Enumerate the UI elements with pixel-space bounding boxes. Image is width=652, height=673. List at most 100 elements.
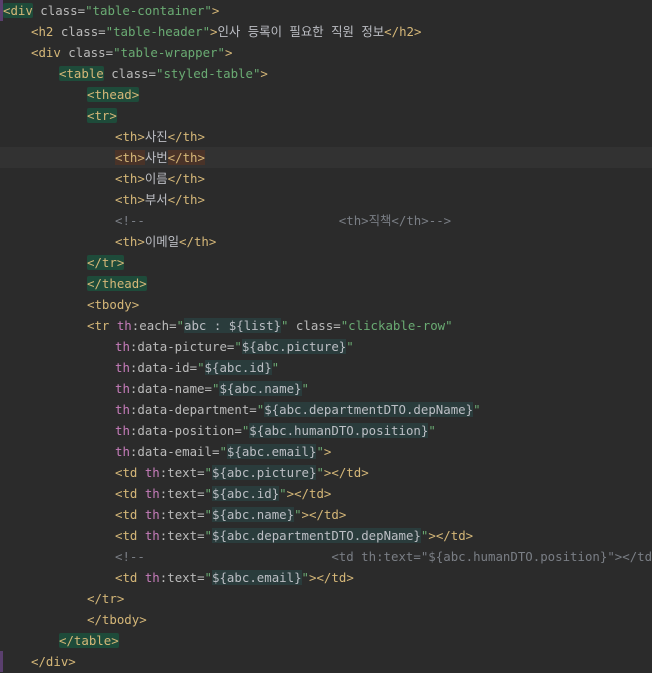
- code-token: class=: [288, 318, 341, 333]
- code-line[interactable]: <th>이메일</th>: [0, 231, 652, 252]
- code-token: ${abc.name}: [219, 381, 302, 396]
- code-token: </div>: [31, 654, 76, 669]
- code-line[interactable]: <th>이름</th>: [0, 168, 652, 189]
- code-line-content: <th>사진</th>: [115, 126, 205, 147]
- code-line-content: <th>이름</th>: [115, 168, 205, 189]
- code-token: 부서: [144, 192, 168, 207]
- code-line[interactable]: <td th:text="${abc.name}"></td>: [0, 504, 652, 525]
- code-line-content: </thead>: [87, 273, 147, 294]
- code-token: "table-wrapper": [113, 45, 225, 60]
- code-line[interactable]: <td th:text="${abc.departmentDTO.depName…: [0, 525, 652, 546]
- code-token: <div: [3, 3, 33, 18]
- code-token: ${abc.departmentDTO.depName}: [264, 402, 474, 417]
- code-line[interactable]: <th>사번</th>: [0, 147, 652, 168]
- code-token: class=: [103, 66, 156, 81]
- code-line-content: <td th:text="${abc.email}"></td>: [115, 567, 354, 588]
- code-line[interactable]: <!-- <td th:text="${abc.humanDTO.positio…: [0, 546, 652, 567]
- code-token: <!-- <td th:text="${abc.humanDTO.positio…: [115, 549, 652, 564]
- code-line[interactable]: </thead>: [0, 273, 652, 294]
- code-line-content: th:data-department= "${abc.departmentDTO.…: [115, 399, 481, 420]
- code-line-content: <td th:text="${abc.id}"></td>: [115, 483, 331, 504]
- code-line[interactable]: <div class="table-container">: [0, 0, 652, 21]
- code-line[interactable]: </div>: [0, 651, 652, 672]
- code-line[interactable]: th:data-id="${abc.id}": [0, 357, 652, 378]
- code-token: ": [204, 486, 213, 501]
- code-line[interactable]: th:data-department= "${abc.departmentDTO.…: [0, 399, 652, 420]
- code-token: ": [301, 381, 309, 396]
- code-token: th: [115, 381, 130, 396]
- code-token: th: [137, 528, 160, 543]
- code-line-content: th:data-position= "${abc.humanDTO.positio…: [115, 420, 436, 441]
- code-line[interactable]: <th>사진</th>: [0, 126, 652, 147]
- code-line-content: <td th:text="${abc.departmentDTO.depName…: [115, 525, 473, 546]
- code-token: :data-email=: [129, 444, 220, 459]
- code-line[interactable]: </tbody>: [0, 609, 652, 630]
- code-token: ": [473, 402, 481, 417]
- code-token: th: [137, 465, 160, 480]
- code-token: </thead>: [87, 276, 147, 291]
- code-line[interactable]: th:data-email="${abc.email}">: [0, 441, 652, 462]
- code-line[interactable]: th:data-position= "${abc.humanDTO.positio…: [0, 420, 652, 441]
- gutter-marker: [0, 0, 3, 21]
- code-token: :text=: [159, 570, 205, 585]
- code-token: th: [115, 360, 130, 375]
- code-token: th: [137, 570, 160, 585]
- code-line[interactable]: <!-- <th>직책</th>-->: [0, 210, 652, 231]
- code-token: <td: [115, 528, 138, 543]
- code-token: </tr>: [87, 255, 125, 270]
- code-line[interactable]: th:data-picture="${abc.picture}": [0, 336, 652, 357]
- code-line[interactable]: <td th:text="${abc.picture}"></td>: [0, 462, 652, 483]
- code-line[interactable]: <tbody>: [0, 294, 652, 315]
- code-line-content: </table>: [59, 630, 119, 651]
- code-token: ${abc.picture}: [212, 465, 317, 480]
- code-line[interactable]: <div class="table-wrapper">: [0, 42, 652, 63]
- code-token: th: [115, 402, 130, 417]
- code-token: </th>: [167, 192, 205, 207]
- code-token: ": [219, 444, 227, 459]
- code-token: <tr: [87, 318, 110, 333]
- code-token: :text=: [159, 486, 205, 501]
- code-line[interactable]: <td th:text="${abc.id}"></td>: [0, 483, 652, 504]
- code-token: <td: [115, 465, 138, 480]
- code-token: :text=: [159, 507, 205, 522]
- code-token: ": [204, 528, 213, 543]
- code-token: <th>: [115, 129, 145, 144]
- code-token: </tbody>: [87, 612, 147, 627]
- code-line[interactable]: <th>부서</th>: [0, 189, 652, 210]
- code-token: </tr>: [87, 591, 125, 606]
- code-token: :data-id=: [129, 360, 198, 375]
- code-token: ${abc.id}: [204, 360, 272, 375]
- code-line[interactable]: <td th:text="${abc.email}"></td>: [0, 567, 652, 588]
- code-token: "table-header": [105, 24, 211, 39]
- code-line[interactable]: <table class="styled-table">: [0, 63, 652, 84]
- code-token: <td: [115, 507, 138, 522]
- code-token: :text=: [159, 465, 205, 480]
- code-token: ${abc.email}: [212, 570, 302, 585]
- code-token: ": [428, 423, 436, 438]
- code-line[interactable]: </tr>: [0, 252, 652, 273]
- code-line[interactable]: </table>: [0, 630, 652, 651]
- code-token: ": [346, 339, 354, 354]
- code-token: 이름: [144, 171, 168, 186]
- code-token: ": [176, 318, 185, 333]
- code-token: </th>: [167, 150, 205, 165]
- code-token: <th>: [115, 234, 145, 249]
- code-token: 인사 등록이 필요한 직원 정보: [217, 24, 385, 39]
- code-line-content: </tbody>: [87, 609, 147, 630]
- code-line-content: <th>부서</th>: [115, 189, 205, 210]
- code-line[interactable]: </tr>: [0, 588, 652, 609]
- code-token: <!-- <th>직책</th>-->: [115, 213, 452, 228]
- code-token: "styled-table": [155, 66, 261, 81]
- code-line-content: th:data-email="${abc.email}">: [115, 441, 331, 462]
- code-editor[interactable]: <div class="table-container"> <h2 class="…: [0, 0, 652, 673]
- code-token: </h2>: [384, 24, 422, 39]
- code-token: :each=: [131, 318, 177, 333]
- code-line[interactable]: <h2 class="table-header">인사 등록이 필요한 직원 정…: [0, 21, 652, 42]
- code-token: 사진: [144, 129, 168, 144]
- code-line[interactable]: <tr>: [0, 105, 652, 126]
- code-token: ": [197, 360, 205, 375]
- code-line[interactable]: th:data-name="${abc.name}": [0, 378, 652, 399]
- code-line[interactable]: <thead>: [0, 84, 652, 105]
- code-line[interactable]: <tr th:each="abc : ${list}" class="click…: [0, 315, 652, 336]
- code-line-content: </tr>: [87, 588, 124, 609]
